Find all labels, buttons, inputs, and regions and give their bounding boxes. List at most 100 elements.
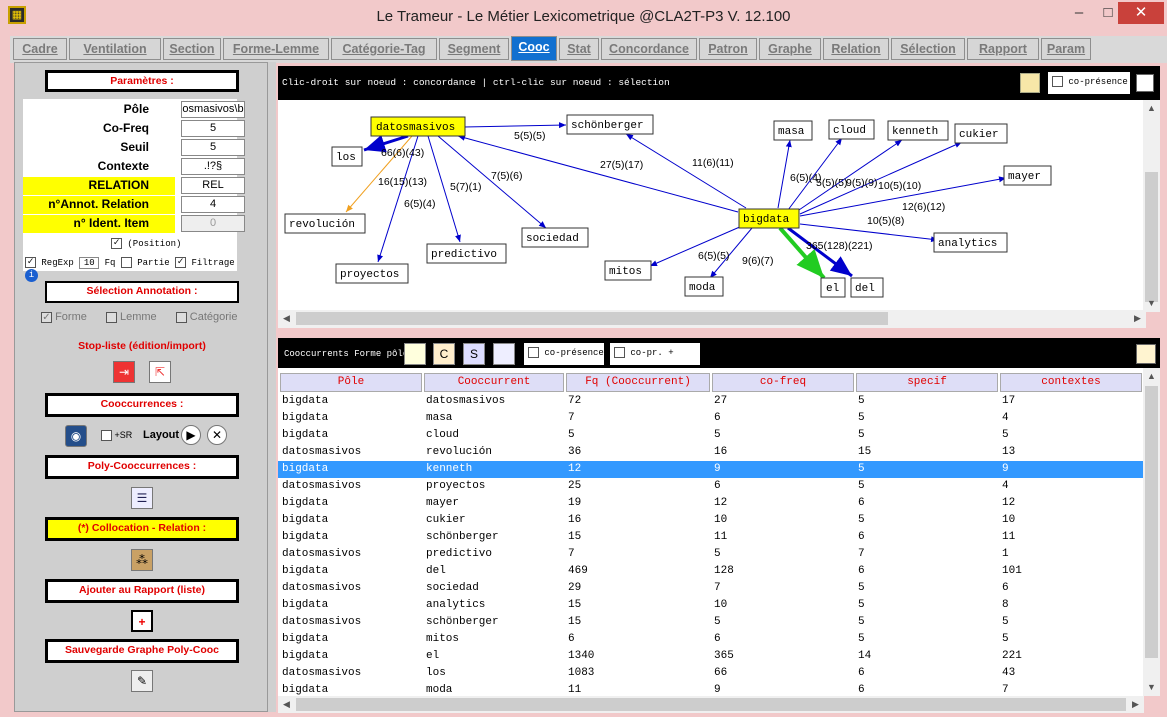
graph-copresence-checkbox[interactable] (1052, 76, 1063, 88)
scroll-right-icon[interactable]: ▶ (1127, 696, 1144, 713)
col-header-fq[interactable]: Fq (Cooccurrent) (566, 373, 710, 392)
cooc-graph[interactable]: 5(5)(5) 66(6)(43) 16(15)(13) 6(5)(4) 5(7… (278, 100, 1146, 312)
forme-checkbox[interactable]: ✓ (41, 311, 52, 323)
scroll-down-icon[interactable]: ▼ (1143, 679, 1160, 696)
node-analytics[interactable]: analytics (933, 232, 1008, 253)
close-button[interactable]: ✕ (1118, 2, 1164, 24)
categorie-checkbox[interactable] (175, 311, 187, 323)
tab-concordance[interactable]: Concordance (601, 38, 697, 60)
node-moda[interactable]: moda (684, 276, 724, 297)
layout-play-icon[interactable]: ▶ (181, 425, 201, 445)
cooc-run-icon[interactable]: ◉ (65, 425, 87, 447)
table-row[interactable]: bigdata del 469 128 6 101 (278, 563, 1144, 580)
annot-input[interactable]: 4 (181, 196, 245, 213)
col-header-cofreq[interactable]: co-freq (712, 373, 854, 392)
node-los[interactable]: los (331, 146, 363, 167)
node-datosmasivos[interactable]: datosmasivos (370, 116, 466, 137)
scroll-thumb[interactable] (296, 312, 888, 325)
table-row[interactable]: datosmasivos proyectos 25 6 5 4 (278, 478, 1144, 495)
tab-section[interactable]: Section (163, 38, 221, 60)
table-row[interactable]: bigdata el 1340 365 14 221 (278, 648, 1144, 665)
table-grid-icon[interactable] (493, 343, 515, 365)
chart-icon[interactable] (404, 343, 426, 365)
tab-param[interactable]: Param (1041, 38, 1091, 60)
scroll-right-icon[interactable]: ▶ (1129, 310, 1146, 327)
tab-stat[interactable]: Stat (559, 38, 599, 60)
col-header-pole[interactable]: Pôle (280, 373, 422, 392)
node-cloud[interactable]: cloud (828, 119, 875, 140)
scroll-thumb[interactable] (1145, 172, 1158, 302)
col-header-specif[interactable]: specif (856, 373, 998, 392)
graph-vertical-scrollbar[interactable]: ▲ ▼ (1143, 100, 1160, 312)
cooc-c-icon[interactable]: C (433, 343, 455, 365)
node-schonberger[interactable]: schönberger (566, 114, 654, 135)
tab-segment[interactable]: Segment (439, 38, 509, 60)
colloc-graph-icon[interactable]: ⁂ (131, 549, 153, 571)
node-cukier[interactable]: cukier (954, 123, 1008, 144)
col-header-contextes[interactable]: contextes (1000, 373, 1142, 392)
scroll-up-icon[interactable]: ▲ (1143, 368, 1160, 385)
info-icon[interactable]: i (25, 269, 38, 282)
table-row[interactable]: bigdata kenneth 12 9 5 9 (278, 461, 1144, 478)
partie-checkbox[interactable] (120, 257, 132, 269)
scroll-left-icon[interactable]: ◀ (278, 696, 295, 713)
table-row[interactable]: bigdata cukier 16 10 5 10 (278, 512, 1144, 529)
table-vertical-scrollbar[interactable]: ▲ ▼ (1143, 368, 1160, 696)
ident-input[interactable]: 0 (181, 215, 245, 232)
panel-splitter[interactable] (268, 62, 276, 712)
pole-input[interactable]: osmasivos\b (181, 101, 245, 118)
table-row[interactable]: datosmasivos revolución 36 16 15 13 (278, 444, 1144, 461)
stoplist-import-icon[interactable]: ⇱ (149, 361, 171, 383)
filtrage-checkbox[interactable]: ✓ (175, 257, 187, 269)
fq-input[interactable]: 10 (79, 257, 100, 269)
tab-patron[interactable]: Patron (699, 38, 757, 60)
copr-pole-checkbox[interactable] (614, 347, 625, 359)
regexp-checkbox[interactable]: ✓ (25, 257, 36, 269)
table-row[interactable]: bigdata mitos 6 6 5 5 (278, 631, 1144, 648)
poly-list-icon[interactable]: ☰ (131, 487, 153, 509)
table-row[interactable]: datosmasivos predictivo 7 5 7 1 (278, 546, 1144, 563)
node-masa[interactable]: masa (773, 120, 813, 141)
grid-icon[interactable] (1020, 73, 1040, 93)
node-revolucion[interactable]: revolución (284, 213, 366, 234)
rapport-add-icon[interactable]: + (131, 610, 153, 632)
tab-categorie-tag[interactable]: Catégorie-Tag (331, 38, 437, 60)
table-row[interactable]: bigdata moda 11 9 6 7 (278, 682, 1144, 696)
table-row[interactable]: bigdata datosmasivos 72 27 5 17 (278, 393, 1144, 410)
node-kenneth[interactable]: kenneth (887, 120, 949, 141)
seuil-input[interactable]: 5 (181, 139, 245, 156)
table-row[interactable]: bigdata schönberger 15 11 6 11 (278, 529, 1144, 546)
tab-selection[interactable]: Sélection (891, 38, 965, 60)
node-proyectos[interactable]: proyectos (335, 263, 409, 284)
tab-forme-lemme[interactable]: Forme-Lemme (223, 38, 329, 60)
table-horizontal-scrollbar[interactable]: ◀ ▶ (278, 696, 1144, 713)
node-bigdata[interactable]: bigdata (738, 208, 800, 229)
tab-cadre[interactable]: Cadre (13, 38, 67, 60)
table-row[interactable]: datosmasivos sociedad 29 7 5 6 (278, 580, 1144, 597)
export-icon[interactable] (1136, 74, 1154, 92)
tab-cooc[interactable]: Cooc (511, 36, 557, 61)
layout-stop-icon[interactable]: ✕ (207, 425, 227, 445)
node-el[interactable]: el (820, 277, 846, 298)
node-sociedad[interactable]: sociedad (521, 227, 589, 248)
table-copresence-checkbox[interactable] (528, 347, 539, 359)
tab-graphe[interactable]: Graphe (759, 38, 821, 60)
lemme-checkbox[interactable] (105, 311, 117, 323)
scroll-thumb[interactable] (1145, 386, 1158, 658)
table-export-icon[interactable] (1136, 344, 1156, 364)
save-graph-icon[interactable]: ✎ (131, 670, 153, 692)
node-mayer[interactable]: mayer (1003, 165, 1052, 186)
cofreq-input[interactable]: 5 (181, 120, 245, 137)
table-row[interactable]: datosmasivos los 1083 66 6 43 (278, 665, 1144, 682)
contexte-input[interactable]: .!?§ (181, 158, 245, 175)
node-del[interactable]: del (850, 277, 884, 298)
scroll-up-icon[interactable]: ▲ (1143, 100, 1160, 117)
graph-horizontal-scrollbar[interactable]: ◀ ▶ (278, 310, 1146, 328)
cooc-s-icon[interactable]: S (463, 343, 485, 365)
col-header-cooccurrent[interactable]: Cooccurrent (424, 373, 564, 392)
node-predictivo[interactable]: predictivo (426, 243, 507, 264)
table-row[interactable]: bigdata masa 7 6 5 4 (278, 410, 1144, 427)
sr-checkbox[interactable] (101, 430, 112, 442)
position-checkbox[interactable]: ✓ (111, 238, 122, 249)
table-row[interactable]: datosmasivos schönberger 15 5 5 5 (278, 614, 1144, 631)
